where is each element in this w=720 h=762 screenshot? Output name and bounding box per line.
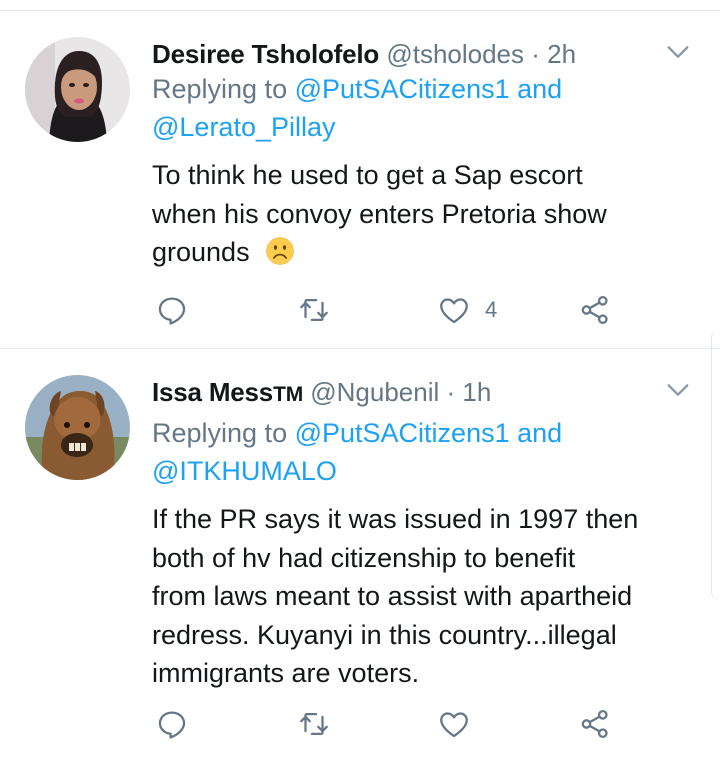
chevron-down-icon[interactable] <box>664 38 692 66</box>
mention-link[interactable]: @PutSACitizens1 <box>295 74 510 104</box>
like-count: 4 <box>485 297 498 322</box>
tweet-text-line: when his convoy enters Pretoria show <box>152 198 607 229</box>
like-icon <box>440 298 468 324</box>
retweet-button[interactable] <box>297 290 331 330</box>
tweet-card[interactable]: Desiree Tsholofelo @tsholodes · 2h Reply… <box>0 12 720 348</box>
separator-dot: · <box>446 377 456 407</box>
like-button[interactable] <box>437 704 485 744</box>
share-icon <box>581 295 608 325</box>
replying-to-label: Replying to <box>152 74 288 104</box>
reply-button[interactable] <box>155 704 189 744</box>
timestamp[interactable]: 2h <box>547 39 576 69</box>
like-icon <box>440 712 468 738</box>
tweet-card[interactable]: Issa MessTM @Ngubenil · 1h Replying to @… <box>0 350 720 762</box>
top-divider <box>0 10 720 11</box>
display-name[interactable]: Issa Mess <box>152 377 273 407</box>
tweet-text-line: both of hv had citizenship to benefit <box>152 542 576 573</box>
user-handle[interactable]: @tsholodes <box>386 39 524 69</box>
tweet-text-line: If the PR says it was issued in 1997 the… <box>152 504 639 534</box>
replying-to: Replying to @PutSACitizens1 and @Lerato_… <box>152 70 562 146</box>
tweet-actions <box>0 704 720 744</box>
avatar[interactable] <box>25 37 130 142</box>
tweet-actions: 4 <box>0 290 720 330</box>
separator-dot: · <box>531 39 540 69</box>
tweet-text: If the PR says it was issued in 1997 the… <box>152 500 700 693</box>
retweet-button[interactable] <box>297 704 331 744</box>
mention-link[interactable]: @Lerato_Pillay <box>152 112 336 142</box>
share-button[interactable] <box>578 290 612 330</box>
tweet-divider <box>0 348 720 349</box>
tweet-text-line: redress. Kuyanyi in this country...illeg… <box>152 619 617 650</box>
tweet-header: Issa MessTM @Ngubenil · 1h <box>152 376 491 411</box>
reply-icon <box>158 297 186 325</box>
like-button[interactable]: 4 <box>437 290 497 330</box>
avatar[interactable] <box>25 375 130 480</box>
tweet-text-line: grounds <box>152 233 700 272</box>
tweet-text: To think he used to get a Sap escort whe… <box>152 156 700 272</box>
mention-link[interactable]: @ITKHUMALO <box>152 456 337 486</box>
replying-to: Replying to @PutSACitizens1 and @ITKHUMA… <box>152 414 562 490</box>
user-handle[interactable]: @Ngubenil <box>310 377 439 407</box>
reply-button[interactable] <box>155 290 189 330</box>
timestamp[interactable]: 1h <box>462 377 491 407</box>
tweet-header: Desiree Tsholofelo @tsholodes · 2h <box>152 38 576 70</box>
retweet-icon <box>300 712 328 736</box>
chevron-down-icon[interactable] <box>664 376 692 404</box>
retweet-icon <box>300 298 328 322</box>
tweet-text-segment: grounds <box>152 237 250 267</box>
tweet-text-line: from laws meant to assist with apartheid <box>152 581 633 611</box>
share-button[interactable] <box>578 704 612 744</box>
mention-and[interactable]: and <box>517 418 562 448</box>
mention-link[interactable]: @PutSACitizens1 <box>295 418 510 448</box>
trademark-suffix: TM <box>273 383 303 406</box>
replying-to-label: Replying to <box>152 418 288 448</box>
frowning-face-emoji <box>266 237 294 265</box>
reply-icon <box>158 711 186 739</box>
share-icon <box>581 709 608 739</box>
display-name[interactable]: Desiree Tsholofelo <box>152 39 379 69</box>
tweet-text-line: To think he used to get a Sap escort <box>152 160 583 190</box>
tweet-text-line: immigrants are voters. <box>152 658 420 688</box>
mention-and[interactable]: and <box>517 74 562 104</box>
